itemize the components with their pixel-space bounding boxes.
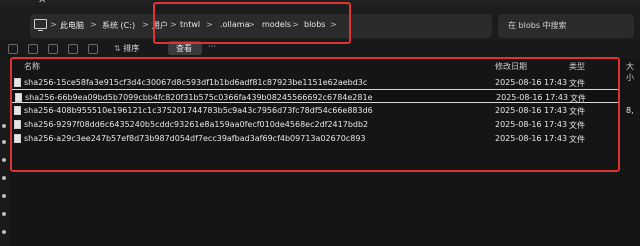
pin-icon — [2, 194, 6, 198]
pin-icon — [2, 176, 6, 180]
file-size: 8, — [626, 106, 634, 115]
annotation-box-path — [153, 2, 351, 44]
copy-icon[interactable] — [48, 44, 58, 54]
pin-icon — [2, 158, 6, 162]
search-input[interactable]: 在 blobs 中搜索 — [508, 20, 567, 31]
pin-icon — [2, 140, 6, 144]
pin-icon — [2, 212, 6, 216]
sort-button[interactable]: ⇅ 排序 — [114, 43, 139, 54]
new-item-icon[interactable] — [8, 44, 18, 54]
breadcrumb-separator[interactable]: > — [142, 20, 149, 29]
breadcrumb-system-c[interactable]: 系统 (C:) — [102, 20, 135, 31]
pin-icon — [2, 230, 6, 234]
search-box[interactable]: 在 blobs 中搜索 — [498, 14, 634, 38]
breadcrumb-separator[interactable]: > — [90, 20, 97, 29]
breadcrumb-separator[interactable]: > — [50, 20, 57, 29]
pin-icon — [2, 124, 6, 128]
cut-icon[interactable] — [28, 44, 38, 54]
computer-icon[interactable] — [34, 19, 47, 31]
column-header-size[interactable]: 大小 — [626, 61, 640, 83]
sort-icon: ⇅ — [114, 44, 124, 53]
annotation-box-files — [10, 57, 620, 172]
breadcrumb-this-pc[interactable]: 此电脑 — [60, 20, 84, 31]
paste-icon[interactable] — [68, 44, 78, 54]
navigation-pane — [0, 58, 10, 246]
sort-label: 排序 — [123, 44, 140, 53]
view-label: 查看 — [176, 44, 192, 53]
delete-icon[interactable] — [88, 44, 98, 54]
